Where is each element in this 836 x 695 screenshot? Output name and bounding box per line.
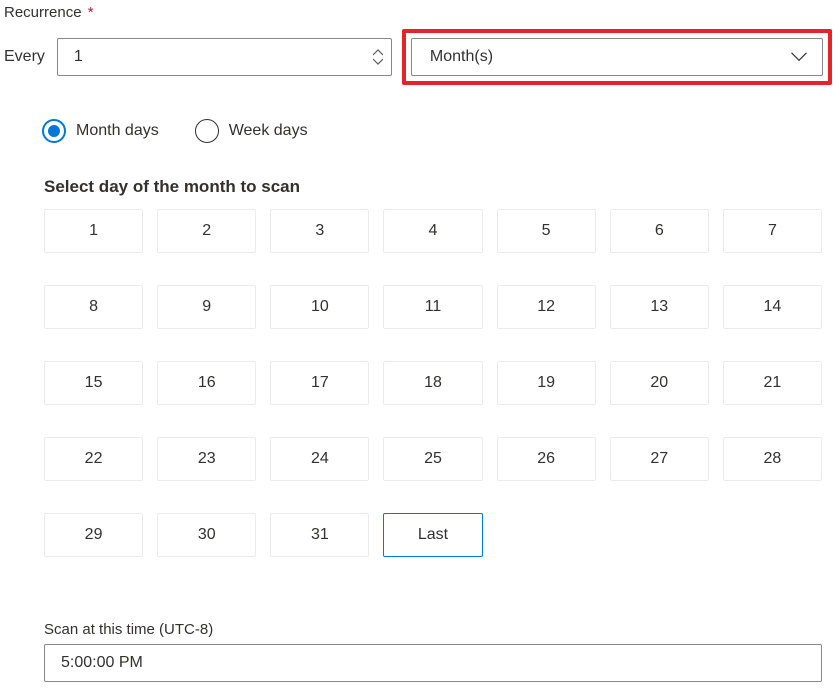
day-cell-31[interactable]: 31: [270, 513, 369, 557]
radio-circle: [195, 119, 219, 143]
day-cell-22[interactable]: 22: [44, 437, 143, 481]
interval-value: 1: [74, 48, 373, 66]
day-cell-21[interactable]: 21: [723, 361, 822, 405]
chevron-down-icon: [790, 49, 808, 66]
day-cell-20[interactable]: 20: [610, 361, 709, 405]
unit-dropdown[interactable]: Month(s): [411, 38, 823, 76]
day-cell-10[interactable]: 10: [270, 285, 369, 329]
radio-dot: [48, 125, 60, 137]
select-day-heading: Select day of the month to scan: [44, 177, 832, 197]
radio-label: Week days: [229, 122, 308, 140]
day-cell-17[interactable]: 17: [270, 361, 369, 405]
unit-selected-value: Month(s): [430, 48, 790, 66]
day-cell-25[interactable]: 25: [383, 437, 482, 481]
day-cell-3[interactable]: 3: [270, 209, 369, 253]
chevron-up-icon[interactable]: [373, 49, 383, 57]
day-cell-7[interactable]: 7: [723, 209, 822, 253]
day-cell-9[interactable]: 9: [157, 285, 256, 329]
day-cell-24[interactable]: 24: [270, 437, 369, 481]
day-cell-1[interactable]: 1: [44, 209, 143, 253]
required-indicator: *: [88, 4, 94, 21]
day-cell-6[interactable]: 6: [610, 209, 709, 253]
scan-time-value: 5:00:00 PM: [61, 654, 143, 672]
day-cell-11[interactable]: 11: [383, 285, 482, 329]
day-cell-2[interactable]: 2: [157, 209, 256, 253]
day-cell-5[interactable]: 5: [497, 209, 596, 253]
month-day-grid: 1234567891011121314151617181920212223242…: [44, 209, 822, 557]
day-cell-16[interactable]: 16: [157, 361, 256, 405]
day-cell-8[interactable]: 8: [44, 285, 143, 329]
radio-label: Month days: [76, 122, 159, 140]
day-cell-15[interactable]: 15: [44, 361, 143, 405]
stepper-arrows: [373, 49, 383, 65]
day-cell-18[interactable]: 18: [383, 361, 482, 405]
unit-dropdown-highlight: Month(s): [402, 29, 832, 85]
scan-time-section: Scan at this time (UTC-8) 5:00:00 PM: [44, 621, 822, 682]
recurrence-label-text: Recurrence: [4, 4, 82, 21]
day-cell-27[interactable]: 27: [610, 437, 709, 481]
radio-circle: [42, 119, 66, 143]
every-label: Every: [4, 48, 45, 66]
recurrence-label: Recurrence *: [4, 4, 832, 21]
day-cell-26[interactable]: 26: [497, 437, 596, 481]
day-cell-29[interactable]: 29: [44, 513, 143, 557]
day-mode-radio-group: Month days Week days: [42, 119, 832, 143]
radio-month-days[interactable]: Month days: [42, 119, 159, 143]
day-cell-28[interactable]: 28: [723, 437, 822, 481]
chevron-down-icon[interactable]: [373, 57, 383, 65]
day-cell-14[interactable]: 14: [723, 285, 822, 329]
radio-week-days[interactable]: Week days: [195, 119, 308, 143]
recurrence-section: Recurrence * Every 1 Month(s) M: [4, 4, 832, 682]
interval-stepper[interactable]: 1: [57, 38, 392, 76]
day-cell-30[interactable]: 30: [157, 513, 256, 557]
day-cell-13[interactable]: 13: [610, 285, 709, 329]
every-row: Every 1 Month(s): [4, 29, 832, 85]
scan-time-label: Scan at this time (UTC-8): [44, 621, 822, 638]
scan-time-input[interactable]: 5:00:00 PM: [44, 644, 822, 682]
day-cell-12[interactable]: 12: [497, 285, 596, 329]
day-cell-4[interactable]: 4: [383, 209, 482, 253]
day-cell-last[interactable]: Last: [383, 513, 482, 557]
day-cell-23[interactable]: 23: [157, 437, 256, 481]
day-cell-19[interactable]: 19: [497, 361, 596, 405]
